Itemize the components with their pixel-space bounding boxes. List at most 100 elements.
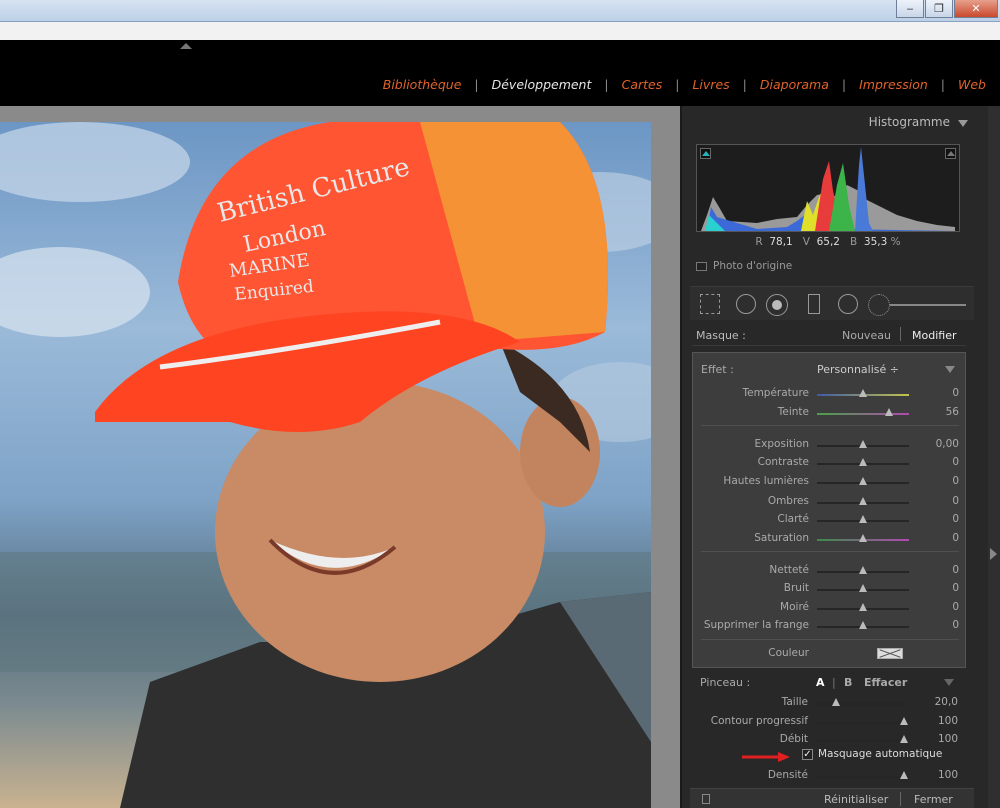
slider-label: Hautes lumières [723,475,809,487]
color-swatch[interactable] [877,648,903,659]
slider-row: Clarté 0 [693,511,967,529]
slider-value[interactable]: 0 [952,601,959,613]
spot-removal-icon[interactable] [736,294,756,314]
slider-track[interactable] [816,722,908,724]
slider-label: Température [742,387,809,399]
mask-new-button[interactable]: Nouveau [842,329,891,342]
slider-value[interactable]: 100 [938,769,958,781]
slider-value[interactable]: 0 [952,475,959,487]
tool-strip [690,286,974,320]
slider-thumb[interactable] [859,566,867,574]
module-cartes[interactable]: Cartes [622,77,663,92]
effect-panel: Effet : Personnalisé ÷ Couleur Températu… [692,352,966,668]
module-livres[interactable]: Livres [692,77,729,92]
adjustment-brush-icon[interactable] [868,294,890,316]
slider-label: Saturation [754,532,809,544]
close-button[interactable]: Fermer [914,793,953,806]
effect-header: Effet : Personnalisé ÷ [701,363,959,377]
auto-mask-checkbox[interactable]: ✓ [802,748,813,760]
slider-thumb[interactable] [859,458,867,466]
slider-value[interactable]: 0 [952,619,959,631]
slider-thumb[interactable] [859,584,867,592]
histogram-header[interactable]: Histogramme [690,110,974,134]
mask-label: Masque : [696,329,746,342]
reset-button[interactable]: Réinitialiser [824,793,888,806]
slider-row: Débit 100 [692,731,966,749]
slider-row: Teinte 56 [693,404,967,422]
panel-collapse-icon[interactable] [958,120,968,127]
slider-label: Contraste [757,456,809,468]
slider-value[interactable]: 0,00 [936,438,959,450]
slider-value[interactable]: 0 [952,387,959,399]
slider-label: Densité [767,769,808,781]
slider-thumb[interactable] [884,408,893,416]
collapse-top-panel-icon[interactable] [180,43,192,49]
histogram-graph[interactable] [696,144,960,232]
photo-origine-checkbox[interactable] [696,261,707,271]
slider-label: Moiré [780,601,809,613]
slider-track[interactable] [816,740,908,742]
slider-label: Taille [781,696,808,708]
brush-a-tab[interactable]: A [816,676,825,689]
module-diaporama[interactable]: Diaporama [760,77,829,92]
photo-preview[interactable]: British Culture London MARINE Enquired [0,122,651,808]
slider-value[interactable]: 20,0 [935,696,958,708]
slider-value[interactable]: 0 [952,495,959,507]
module-bibliotheque[interactable]: Bibliothèque [383,77,462,92]
slider-thumb[interactable] [900,735,909,743]
mask-edit-button[interactable]: Modifier [912,329,956,342]
effect-collapse-icon[interactable] [945,366,955,373]
auto-mask-toggle[interactable]: ✓ Masquage automatique [802,748,942,760]
window-titlebar: ‒ ❐ ✕ [0,0,1000,22]
slider-thumb[interactable] [859,389,867,397]
slider-thumb[interactable] [859,603,867,611]
slider-row: Saturation 0 [693,530,967,548]
slider-thumb[interactable] [900,717,909,725]
slider-row: Hautes lumières 0 [693,473,967,491]
module-web[interactable]: Web [958,77,986,92]
slider-value[interactable]: 0 [952,513,959,525]
slider-value[interactable]: 0 [952,456,959,468]
photo-origine-toggle[interactable]: Photo d'origine [696,260,792,272]
effect-preset-select[interactable]: Personnalisé ÷ [817,363,899,376]
slider-thumb[interactable] [832,698,841,706]
slider-value[interactable]: 100 [938,733,958,745]
graduated-filter-icon[interactable] [808,294,820,314]
crop-tool-icon[interactable] [700,294,720,314]
module-developpement[interactable]: Développement [492,77,592,92]
radial-filter-icon[interactable] [838,294,858,314]
slider-value[interactable]: 100 [938,715,958,727]
mask-separator [900,327,901,341]
tool-slider[interactable] [890,304,966,306]
slider-value[interactable]: 0 [952,582,959,594]
brush-erase-tab[interactable]: Effacer [864,676,907,689]
slider-track[interactable] [816,703,908,705]
switch-icon[interactable] [702,794,710,804]
slider-thumb[interactable] [859,497,867,505]
slider-thumb[interactable] [859,477,867,485]
window-controls: ‒ ❐ ✕ [896,0,998,18]
slider-row: Taille 20,0 [692,694,966,712]
section-divider [701,639,959,640]
histogram-readout: R 78,1 V 65,2 B 35,3 % [755,236,901,248]
color-row: Couleur [693,646,967,662]
module-impression[interactable]: Impression [859,77,928,92]
color-label: Couleur [768,647,809,659]
red-eye-icon[interactable] [766,294,788,316]
slider-value[interactable]: 56 [946,406,959,418]
slider-value[interactable]: 0 [952,532,959,544]
slider-thumb[interactable] [859,515,867,523]
brush-b-tab[interactable]: B [844,676,852,689]
slider-value[interactable]: 0 [952,564,959,576]
slider-track[interactable] [816,776,908,778]
maximize-icon[interactable]: ❐ [925,0,953,18]
slider-thumb[interactable] [859,534,867,542]
minimize-icon[interactable]: ‒ [896,0,924,18]
slider-track[interactable] [817,413,909,415]
brush-collapse-icon[interactable] [944,679,954,686]
slider-thumb[interactable] [900,771,909,779]
close-icon[interactable]: ✕ [954,0,998,18]
slider-thumb[interactable] [859,440,867,448]
expand-right-icon[interactable] [990,548,997,560]
slider-thumb[interactable] [859,621,867,629]
